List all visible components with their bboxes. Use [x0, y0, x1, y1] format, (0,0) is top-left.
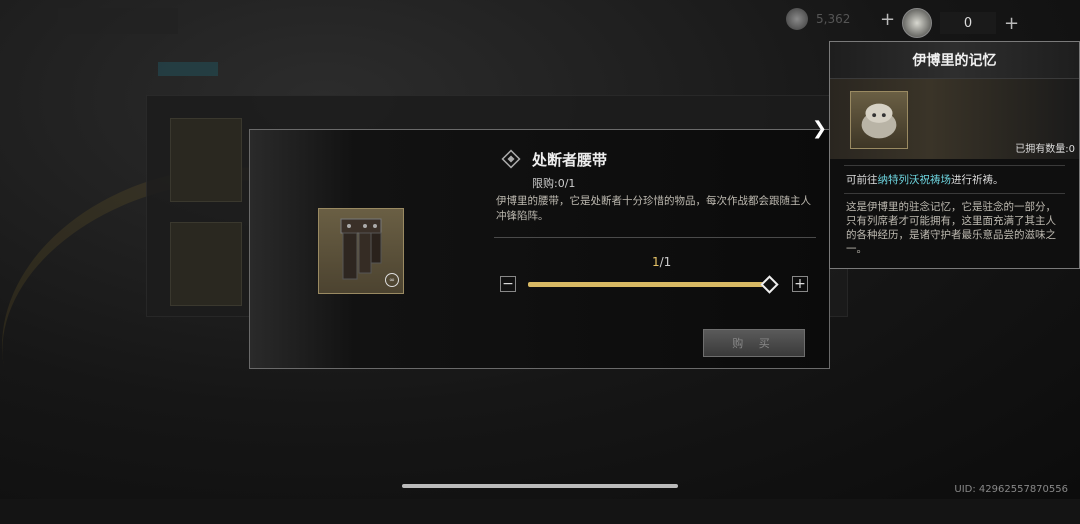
quantity-total: /1: [659, 255, 672, 269]
source-text: 可前往纳特列沃祝祷场进行祈祷。: [830, 172, 1079, 187]
currency-gold: 5,362 +: [786, 8, 895, 30]
purchase-limit: 限购:0/1: [532, 177, 576, 190]
tooltip-title: 伊博里的记忆: [830, 42, 1079, 79]
gold-value: 5,362: [816, 12, 851, 26]
divider: [844, 193, 1065, 194]
item-image: ∞: [318, 208, 404, 294]
home-indicator[interactable]: [402, 484, 678, 488]
diamond-rune-icon: [501, 149, 521, 169]
divider: [844, 165, 1065, 166]
stone-coin-icon: [902, 8, 932, 38]
special-value: 0: [940, 12, 996, 34]
bound-badge-icon: ∞: [385, 273, 399, 287]
item-description: 伊博里的腰带，它是处断者十分珍惜的物品，每次作战都会跟随主人冲锋陷阵。: [496, 195, 811, 222]
add-special-button[interactable]: +: [1004, 13, 1019, 34]
belt-icon: [340, 218, 382, 280]
tooltip-description: 这是伊博里的驻念记忆，它是驻念的一部分，只有列席者才可能拥有，这里面充满了其主人…: [846, 201, 1056, 255]
quantity-slider[interactable]: [528, 282, 770, 287]
item-title-row: 处断者腰带: [500, 148, 607, 170]
background-tab: [158, 62, 218, 76]
source-suffix: 进行祈祷。: [951, 174, 1004, 186]
quantity-slider-handle[interactable]: [760, 275, 779, 294]
background-shop-card: [170, 118, 242, 202]
source-prefix: 可前往: [846, 174, 878, 186]
buy-button[interactable]: 购 买: [703, 329, 805, 357]
memory-stone-icon: [850, 91, 908, 149]
quantity-display: 1/1: [652, 255, 671, 269]
divider: [494, 237, 816, 238]
quantity-current: 1: [652, 255, 660, 269]
item-title: 处断者腰带: [532, 150, 608, 169]
owned-count: 已拥有数量:0: [1015, 144, 1075, 155]
background-shop-card: [170, 222, 242, 306]
currency-special: 0 +: [902, 8, 1019, 38]
increase-quantity-button[interactable]: +: [792, 276, 808, 292]
tooltip-image-row: 已拥有数量:0: [830, 79, 1079, 159]
uid-label: UID: 42962557870556: [954, 484, 1068, 495]
decrease-quantity-button[interactable]: −: [500, 276, 516, 292]
purchase-dialog: ∞ 处断者腰带 限购:0/1 伊博里的腰带，它是处断者十分珍惜的物品，每次作战都…: [249, 129, 830, 369]
back-bar[interactable]: [58, 8, 178, 34]
silver-coin-icon: [786, 8, 808, 30]
source-location-link[interactable]: 纳特列沃祝祷场: [878, 174, 952, 186]
item-detail-tooltip: 伊博里的记忆 已拥有数量:0 可前往纳特列沃祝祷场进行祈祷。 这是伊博里的驻念记…: [829, 41, 1080, 269]
add-gold-button[interactable]: +: [880, 9, 895, 30]
